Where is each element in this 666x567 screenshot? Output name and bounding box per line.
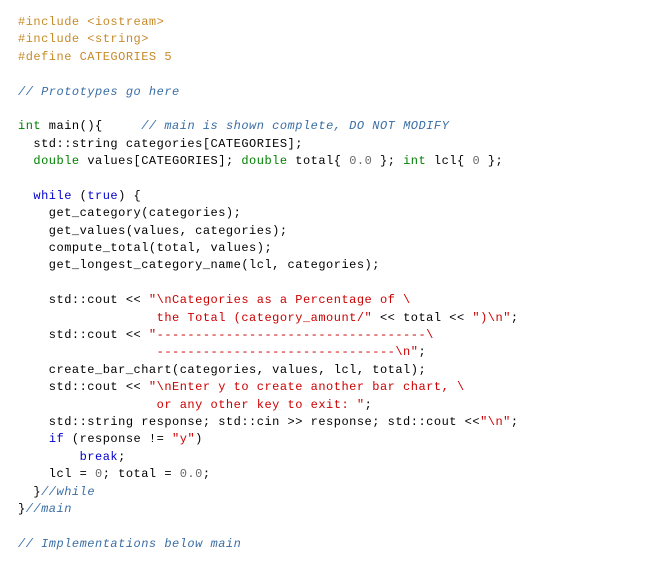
code-token: std::cout << <box>18 328 149 342</box>
code-token: ; <box>511 415 519 429</box>
code-token: get_values(values, categories); <box>18 224 288 238</box>
code-line: lcl = 0; total = 0.0; <box>18 467 211 481</box>
code-token: break <box>80 450 119 464</box>
code-line: -------------------------------\n"; <box>18 345 426 359</box>
code-token: -------------------------------\n" <box>18 345 418 359</box>
code-token: the Total (category_amount/" <box>18 311 372 325</box>
code-token: lcl = <box>18 467 95 481</box>
code-token: ; <box>418 345 426 359</box>
code-token: while <box>33 189 72 203</box>
code-line: get_longest_category_name(lcl, categorie… <box>18 258 380 272</box>
code-token: double <box>241 154 287 168</box>
code-token: // Prototypes go here <box>18 85 180 99</box>
code-line: // Prototypes go here <box>18 85 180 99</box>
code-token: #include <iostream> <box>18 15 164 29</box>
code-token: ( <box>72 189 87 203</box>
code-token: create_bar_chart(categories, values, lcl… <box>18 363 426 377</box>
code-line: get_values(values, categories); <box>18 224 288 238</box>
code-token: "\n" <box>480 415 511 429</box>
code-token: true <box>87 189 118 203</box>
code-line: std::cout << "\nCategories as a Percenta… <box>18 293 411 307</box>
code-token: get_category(categories); <box>18 206 241 220</box>
code-token: 0 <box>95 467 103 481</box>
code-token: ; <box>511 311 519 325</box>
code-line: while (true) { <box>18 189 141 203</box>
code-line: }//while <box>18 485 95 499</box>
code-line: or any other key to exit: "; <box>18 398 372 412</box>
code-token: get_longest_category_name(lcl, categorie… <box>18 258 380 272</box>
code-line: create_bar_chart(categories, values, lcl… <box>18 363 426 377</box>
code-token: << total << <box>372 311 472 325</box>
code-line: compute_total(total, values); <box>18 241 272 255</box>
code-token: "y" <box>172 432 195 446</box>
code-token: std::cout << <box>18 293 149 307</box>
code-token: #include <string> <box>18 32 149 46</box>
code-token: std::string response; std::cin >> respon… <box>18 415 480 429</box>
code-line: get_category(categories); <box>18 206 241 220</box>
code-token: or any other key to exit: " <box>18 398 365 412</box>
code-line: the Total (category_amount/" << total <<… <box>18 311 519 325</box>
code-token: std::cout << <box>18 380 149 394</box>
code-token <box>18 450 80 464</box>
code-line: #define CATEGORIES 5 <box>18 50 172 64</box>
code-token: "-----------------------------------\ <box>149 328 434 342</box>
code-line: // Implementations below main <box>18 537 241 551</box>
code-line: if (response != "y") <box>18 432 203 446</box>
code-token: 0 <box>472 154 480 168</box>
code-token: } <box>18 502 26 516</box>
code-token: ; <box>118 450 126 464</box>
code-line: std::string categories[CATEGORIES]; <box>18 137 303 151</box>
code-listing: #include <iostream> #include <string> #d… <box>0 0 666 567</box>
code-token <box>18 432 49 446</box>
code-line: #include <iostream> <box>18 15 164 29</box>
code-token: ; total = <box>103 467 180 481</box>
code-token: values[CATEGORIES]; <box>80 154 242 168</box>
code-token: lcl{ <box>426 154 472 168</box>
code-token: 0.0 <box>180 467 203 481</box>
code-token: int <box>18 119 41 133</box>
code-token: 0.0 <box>349 154 372 168</box>
code-token: }; <box>372 154 403 168</box>
code-token: // main is shown complete, DO NOT MODIFY <box>141 119 449 133</box>
code-token: ) { <box>118 189 141 203</box>
code-token: (response != <box>64 432 172 446</box>
code-line: double values[CATEGORIES]; double total{… <box>18 154 503 168</box>
code-token: std::string categories[CATEGORIES]; <box>18 137 303 151</box>
code-line: std::cout << "--------------------------… <box>18 328 434 342</box>
code-token: }; <box>480 154 503 168</box>
code-token: double <box>33 154 79 168</box>
code-token <box>18 189 33 203</box>
code-token: //while <box>41 485 95 499</box>
code-token: "\nCategories as a Percentage of \ <box>149 293 411 307</box>
code-token: ) <box>195 432 203 446</box>
code-token: total{ <box>288 154 350 168</box>
code-line: #include <string> <box>18 32 149 46</box>
code-token: ")\n" <box>472 311 511 325</box>
code-token: if <box>49 432 64 446</box>
code-token: #define CATEGORIES 5 <box>18 50 172 64</box>
code-token <box>18 154 33 168</box>
code-token: compute_total(total, values); <box>18 241 272 255</box>
code-token: } <box>18 485 41 499</box>
code-token: //main <box>26 502 72 516</box>
code-line: }//main <box>18 502 72 516</box>
code-line: std::cout << "\nEnter y to create anothe… <box>18 380 465 394</box>
code-line: int main(){ // main is shown complete, D… <box>18 119 449 133</box>
code-token: int <box>403 154 426 168</box>
code-token: "\nEnter y to create another bar chart, … <box>149 380 465 394</box>
code-token: // Implementations below main <box>18 537 241 551</box>
code-token: ; <box>203 467 211 481</box>
code-line: std::string response; std::cin >> respon… <box>18 415 519 429</box>
code-token: main(){ <box>41 119 141 133</box>
code-line: break; <box>18 450 126 464</box>
code-token: ; <box>365 398 373 412</box>
